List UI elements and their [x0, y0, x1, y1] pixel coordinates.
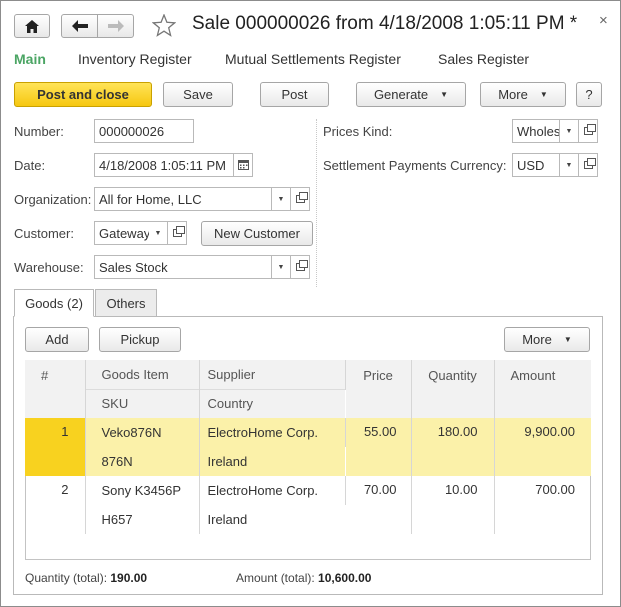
currency-dropdown-icon[interactable]: ▼ [560, 153, 579, 177]
customer-open-button[interactable] [168, 221, 187, 245]
goods-more-button[interactable]: More ▼ [504, 327, 590, 352]
amount-total-value: 10,600.00 [318, 571, 372, 585]
nav-link-main[interactable]: Main [14, 51, 46, 67]
generate-label: Generate [373, 87, 429, 102]
open-form-icon [583, 158, 596, 169]
col-header-price[interactable]: Price [345, 360, 412, 418]
customer-dropdown-icon[interactable]: ▼ [149, 221, 168, 245]
post-button[interactable]: Post [260, 82, 329, 107]
warehouse-dropdown-icon[interactable]: ▼ [272, 255, 291, 279]
row-num[interactable]: 1 [25, 418, 86, 476]
date-label: Date: [14, 158, 46, 173]
tab-goods[interactable]: Goods (2) [14, 289, 94, 317]
col-header-sku[interactable]: SKU [85, 388, 200, 418]
open-form-icon [172, 226, 185, 237]
open-form-icon [583, 124, 596, 135]
sale-document-window: Sale 000000026 from 4/18/2008 1:05:11 PM… [0, 0, 621, 607]
help-button[interactable]: ? [576, 82, 602, 107]
row-amount[interactable]: 700.00 [494, 476, 591, 534]
organization-label: Organization: [14, 192, 92, 207]
table-row[interactable]: 1 Veko876N ElectroHome Corp. 55.00 180.0… [25, 418, 591, 476]
row-quantity[interactable]: 10.00 [411, 476, 495, 534]
more-button[interactable]: More ▼ [480, 82, 566, 107]
row-quantity[interactable]: 180.00 [411, 418, 495, 476]
generate-button[interactable]: Generate ▼ [356, 82, 466, 107]
amount-total-label: Amount (total): [236, 571, 315, 585]
col-header-supplier[interactable]: Supplier [199, 360, 346, 389]
triangle-down-icon: ▼ [440, 90, 449, 99]
table-header: # Goods Item Supplier Price Quantity Amo… [25, 360, 591, 418]
add-button[interactable]: Add [25, 327, 89, 352]
nav-link-mutual-settlements-register[interactable]: Mutual Settlements Register [225, 51, 401, 67]
forward-button[interactable] [97, 14, 134, 38]
col-header-goods-item[interactable]: Goods Item [85, 360, 200, 389]
row-sku[interactable]: H657 [85, 505, 200, 534]
row-amount[interactable]: 9,900.00 [494, 418, 591, 476]
home-icon [25, 19, 39, 33]
open-form-icon [295, 192, 308, 203]
calendar-button[interactable] [234, 153, 253, 177]
organization-open-button[interactable] [291, 187, 310, 211]
warehouse-field[interactable]: Sales Stock [94, 255, 272, 279]
quantity-total-label: Quantity (total): [25, 571, 108, 585]
arrow-left-icon [71, 20, 88, 32]
quantity-total: Quantity (total): 190.00 [25, 571, 147, 585]
back-button[interactable] [61, 14, 98, 38]
prices-kind-field[interactable]: Wholesale [512, 119, 560, 143]
nav-link-inventory-register[interactable]: Inventory Register [78, 51, 192, 67]
row-supplier[interactable]: ElectroHome Corp. [199, 476, 346, 505]
goods-table: # Goods Item Supplier Price Quantity Amo… [25, 360, 591, 534]
row-goods-item[interactable]: Sony K3456P [85, 476, 200, 505]
tab-others[interactable]: Others [95, 289, 157, 317]
pickup-button[interactable]: Pickup [99, 327, 181, 352]
calendar-icon [237, 160, 249, 170]
row-supplier[interactable]: ElectroHome Corp. [199, 418, 346, 447]
row-country[interactable]: Ireland [199, 505, 345, 534]
row-goods-item[interactable]: Veko876N [85, 418, 200, 447]
favorite-star-icon[interactable] [151, 13, 177, 40]
amount-total: Amount (total): 10,600.00 [236, 571, 371, 585]
close-icon[interactable]: × [599, 12, 608, 29]
triangle-down-icon: ▼ [539, 90, 548, 99]
col-header-quantity[interactable]: Quantity [411, 360, 495, 418]
new-customer-button[interactable]: New Customer [201, 221, 313, 246]
warehouse-open-button[interactable] [291, 255, 310, 279]
prices-kind-label: Prices Kind: [323, 124, 393, 139]
window-title: Sale 000000026 from 4/18/2008 1:05:11 PM… [192, 13, 578, 34]
organization-field[interactable]: All for Home, LLC [94, 187, 272, 211]
row-sku[interactable]: 876N [85, 447, 200, 476]
post-and-close-button[interactable]: Post and close [14, 82, 152, 107]
nav-link-sales-register[interactable]: Sales Register [438, 51, 529, 67]
customer-label: Customer: [14, 226, 74, 241]
home-button[interactable] [14, 14, 50, 38]
row-price[interactable]: 70.00 [345, 476, 412, 534]
column-separator [316, 119, 317, 287]
triangle-down-icon: ▼ [563, 335, 572, 344]
prices-kind-dropdown-icon[interactable]: ▼ [560, 119, 579, 143]
row-price[interactable]: 55.00 [345, 418, 412, 476]
goods-more-label: More [522, 332, 552, 347]
customer-field[interactable]: Gateway [94, 221, 150, 245]
open-form-icon [295, 260, 308, 271]
col-header-num[interactable]: # [25, 360, 86, 418]
warehouse-label: Warehouse: [14, 260, 84, 275]
organization-dropdown-icon[interactable]: ▼ [272, 187, 291, 211]
number-field[interactable]: 000000026 [94, 119, 194, 143]
quantity-total-value: 190.00 [110, 571, 148, 585]
col-header-amount[interactable]: Amount [494, 360, 591, 418]
table-row[interactable]: 2 Sony K3456P ElectroHome Corp. 70.00 10… [25, 476, 591, 534]
row-num[interactable]: 2 [25, 476, 86, 534]
currency-label: Settlement Payments Currency: [323, 158, 507, 173]
number-label: Number: [14, 124, 64, 139]
currency-field[interactable]: USD [512, 153, 560, 177]
more-label: More [498, 87, 528, 102]
arrow-right-icon [107, 20, 124, 32]
prices-kind-open-button[interactable] [579, 119, 598, 143]
date-field[interactable]: 4/18/2008 1:05:11 PM [94, 153, 234, 177]
col-header-country[interactable]: Country [199, 388, 345, 418]
currency-open-button[interactable] [579, 153, 598, 177]
row-country[interactable]: Ireland [199, 447, 345, 476]
save-button[interactable]: Save [163, 82, 233, 107]
